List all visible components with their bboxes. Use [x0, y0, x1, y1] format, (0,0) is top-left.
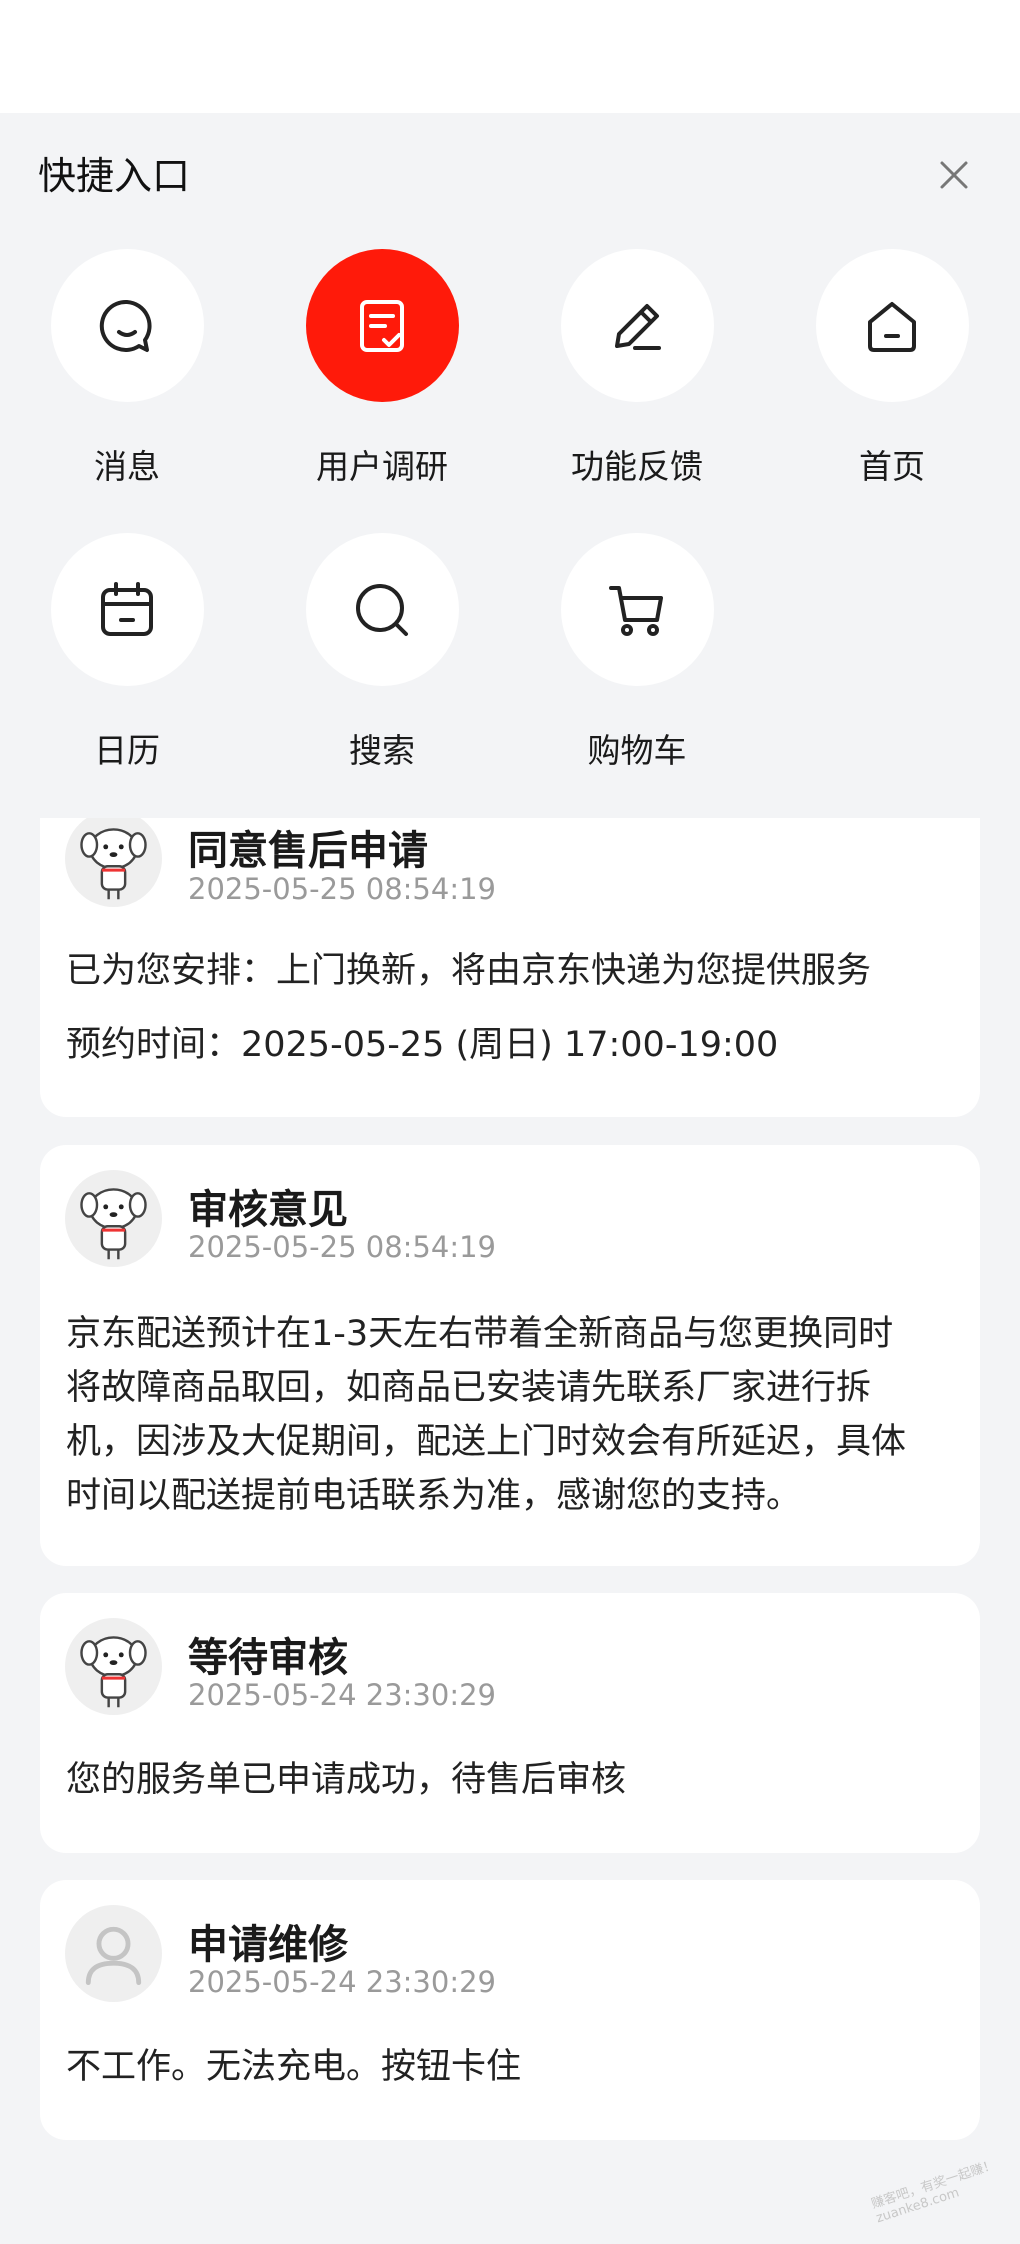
quick-item-label: 首页	[859, 447, 925, 486]
record-body: 已为您安排：上门换新，将由京东快递为您提供服务 预约时间：2025-05-25 …	[66, 944, 966, 1072]
record-body-line: 您的服务单已申请成功，待售后审核	[66, 1760, 627, 1800]
close-button[interactable]	[928, 149, 980, 201]
record-title: 同意售后申请	[188, 828, 428, 874]
quick-item-calendar[interactable]: 日历	[2, 533, 252, 772]
survey-icon	[305, 249, 459, 402]
message-bubble-icon	[50, 249, 204, 402]
search-icon	[305, 533, 459, 686]
record-body-line: 将故障商品取回，如商品已安装请先联系厂家进行拆	[66, 1368, 872, 1408]
record-body: 不工作。无法充电。按钮卡住	[66, 2040, 966, 2094]
record-card-review: 审核意见 2025-05-25 08:54:19 京东配送预计在1-3天左右带着…	[40, 1145, 980, 1566]
record-body-line: 预约时间：2025-05-25 (周日) 17:00-19:00	[66, 1025, 779, 1065]
record-body-line: 时间以配送提前电话联系为准，感谢您的支持。	[66, 1476, 802, 1516]
cart-icon	[560, 533, 714, 686]
quick-entry-title: 快捷入口	[38, 154, 191, 198]
record-body: 京东配送预计在1-3天左右带着全新商品与您更换同时 将故障商品取回，如商品已安装…	[66, 1307, 966, 1523]
quick-item-cart[interactable]: 购物车	[512, 533, 762, 772]
record-time: 2025-05-25 08:54:19	[188, 1230, 496, 1264]
calendar-icon	[50, 533, 204, 686]
watermark: 赚客吧，有奖一起赚！ zuanke8.com	[869, 2157, 998, 2227]
record-body-line: 不工作。无法充电。按钮卡住	[66, 2047, 522, 2087]
record-body-line: 机，因涉及大促期间，配送上门时效会有所延迟，具体	[66, 1422, 907, 1462]
user-avatar-icon	[65, 1905, 162, 2002]
quick-item-feedback[interactable]: 功能反馈	[512, 249, 762, 488]
close-icon	[940, 161, 968, 189]
record-body: 您的服务单已申请成功，待售后审核	[66, 1753, 966, 1807]
record-card-pending: 等待审核 2025-05-24 23:30:29 您的服务单已申请成功，待售后审…	[40, 1593, 980, 1853]
jd-mascot-icon	[65, 1618, 162, 1715]
record-title: 等待审核	[188, 1635, 348, 1681]
quick-item-label: 消息	[94, 447, 160, 486]
quick-item-label: 日历	[94, 731, 160, 770]
record-time: 2025-05-24 23:30:29	[188, 1678, 496, 1712]
pencil-icon	[560, 249, 714, 402]
status-bar-area	[0, 0, 1020, 113]
record-title: 审核意见	[188, 1187, 348, 1233]
record-card-repair: 申请维修 2025-05-24 23:30:29 不工作。无法充电。按钮卡住	[40, 1880, 980, 2140]
quick-item-messages[interactable]: 消息	[2, 249, 252, 488]
quick-item-label: 功能反馈	[571, 447, 703, 486]
quick-item-survey[interactable]: 用户调研	[257, 249, 507, 488]
quick-item-home[interactable]: 首页	[767, 249, 1017, 488]
record-time: 2025-05-25 08:54:19	[188, 872, 496, 906]
record-time: 2025-05-24 23:30:29	[188, 1965, 496, 1999]
record-body-line: 京东配送预计在1-3天左右带着全新商品与您更换同时	[66, 1314, 894, 1354]
quick-item-label: 搜索	[349, 731, 415, 770]
home-icon	[815, 249, 969, 402]
quick-item-search[interactable]: 搜索	[257, 533, 507, 772]
record-title: 申请维修	[188, 1922, 348, 1968]
record-body-line: 已为您安排：上门换新，将由京东快递为您提供服务	[66, 951, 872, 991]
quick-item-label: 购物车	[587, 731, 687, 770]
jd-mascot-icon	[65, 810, 162, 907]
quick-entry-panel: 快捷入口 消息 用户调研 功能反馈 首页 日历 搜索 购物车	[0, 113, 1020, 818]
jd-mascot-icon	[65, 1170, 162, 1267]
quick-item-label: 用户调研	[316, 447, 448, 486]
